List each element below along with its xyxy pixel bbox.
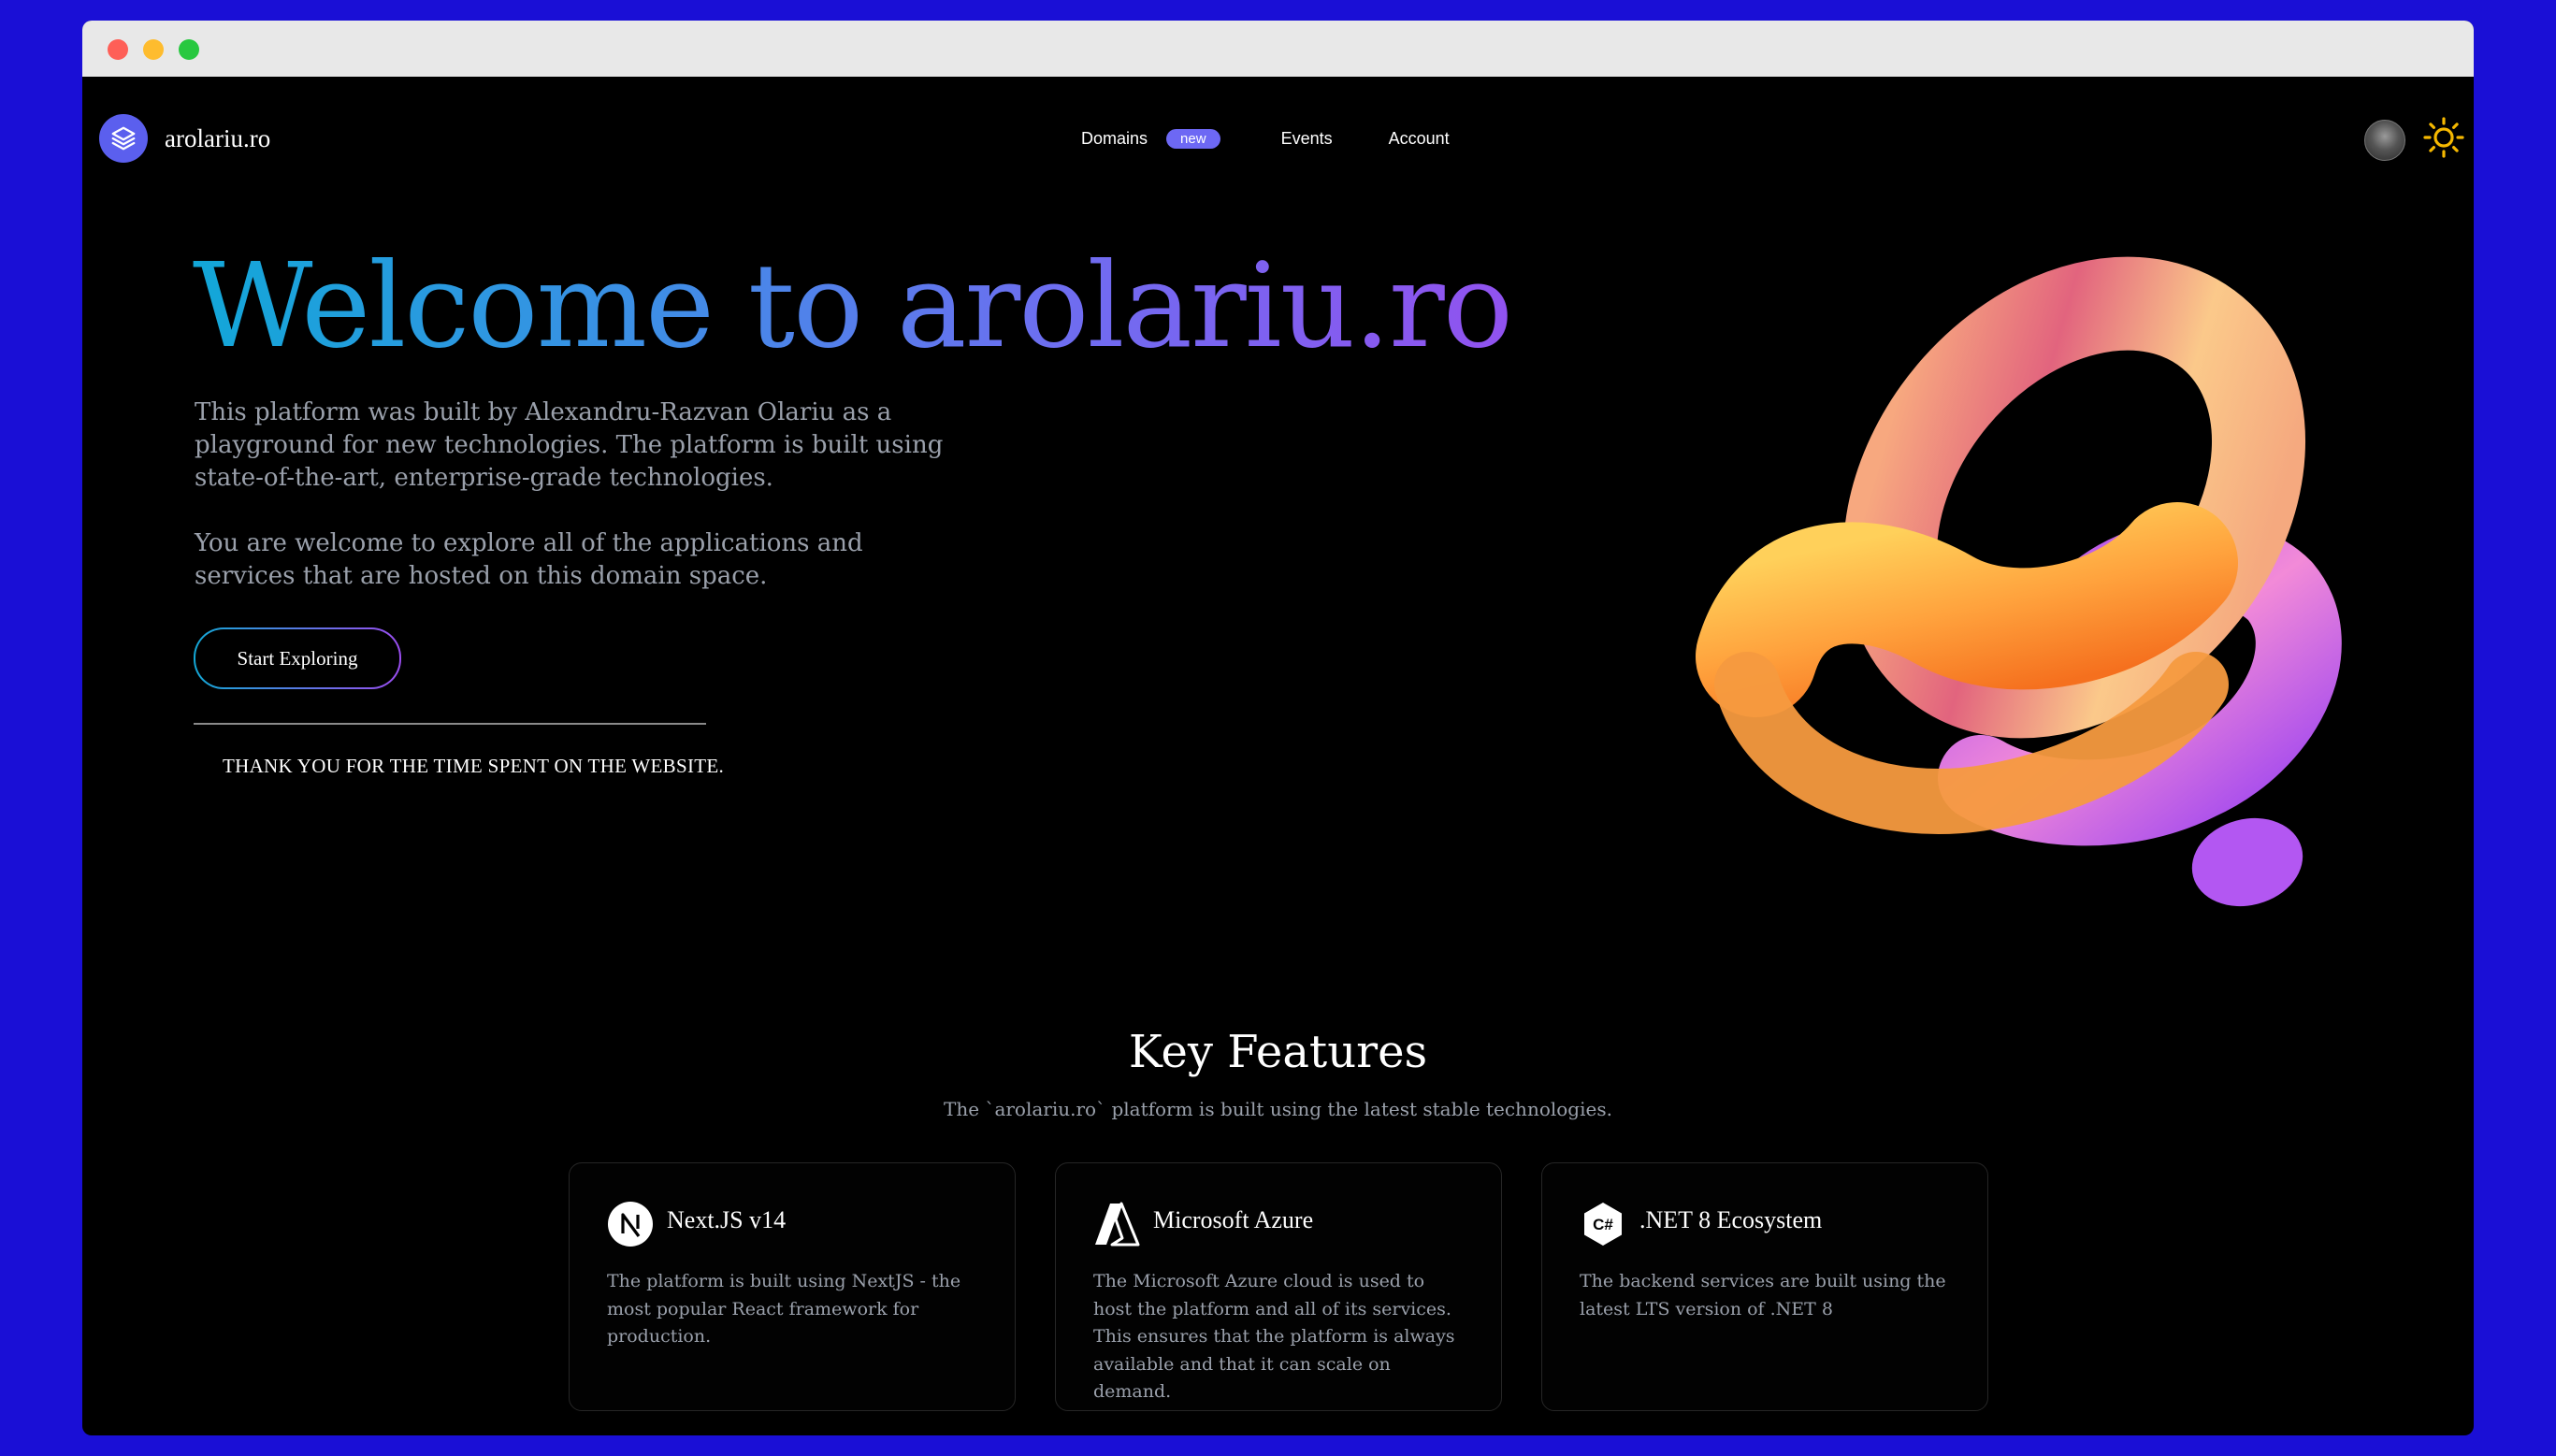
hero-description: This platform was built by Alexandru-Raz…: [195, 398, 944, 492]
feature-card-azure: Microsoft Azure The Microsoft Azure clou…: [1055, 1162, 1502, 1411]
nav-domains[interactable]: Domains new: [1081, 129, 1220, 149]
feature-card-title: .NET 8 Ecosystem: [1639, 1206, 1823, 1233]
user-avatar[interactable]: [2364, 120, 2405, 161]
hero-3d-illustration: [1635, 254, 2374, 937]
svg-text:C#: C#: [1593, 1216, 1613, 1233]
window-titlebar: [82, 21, 2474, 77]
hero-title: Welcome to arolariu.ro: [193, 238, 1513, 374]
browser-window: arolariu.ro Domains new Events Account W…: [82, 21, 2474, 1435]
layers-icon: [99, 114, 148, 163]
csharp-icon: C#: [1580, 1201, 1626, 1247]
divider: [194, 723, 706, 725]
nav-account[interactable]: Account: [1389, 129, 1450, 149]
feature-card-title: Microsoft Azure: [1153, 1206, 1314, 1233]
close-window-button[interactable]: [108, 39, 128, 60]
hero-invitation: You are welcome to explore all of the ap…: [195, 529, 863, 590]
brand-name: arolariu.ro: [165, 123, 271, 152]
thanks-message: THANK YOU FOR THE TIME SPENT ON THE WEBS…: [223, 755, 725, 777]
feature-card-title: Next.JS v14: [667, 1206, 787, 1233]
features-title: Key Features: [1128, 1026, 1428, 1078]
nav-domains-label: Domains: [1081, 129, 1148, 148]
feature-card-text: The Microsoft Azure cloud is used to hos…: [1093, 1271, 1455, 1402]
start-exploring-button[interactable]: Start Exploring: [194, 627, 401, 689]
sun-icon[interactable]: [2422, 116, 2465, 159]
minimize-window-button[interactable]: [143, 39, 164, 60]
feature-card-dotnet: C# .NET 8 Ecosystem The backend services…: [1541, 1162, 1988, 1411]
features-subtitle: The `arolariu.ro` platform is built usin…: [944, 1098, 1612, 1120]
nav-events[interactable]: Events: [1281, 129, 1333, 149]
new-badge: new: [1166, 129, 1220, 149]
brand-link[interactable]: arolariu.ro: [99, 114, 270, 163]
nextjs-icon: [607, 1201, 654, 1247]
maximize-window-button[interactable]: [179, 39, 199, 60]
nav-links: Domains new Events Account: [1081, 129, 1450, 149]
azure-icon: [1093, 1201, 1140, 1247]
feature-card-text: The backend services are built using the…: [1580, 1271, 1946, 1319]
feature-card-text: The platform is built using NextJS - the…: [607, 1271, 961, 1347]
top-navbar: arolariu.ro Domains new Events Account: [82, 77, 2474, 198]
feature-card-nextjs: Next.JS v14 The platform is built using …: [569, 1162, 1016, 1411]
